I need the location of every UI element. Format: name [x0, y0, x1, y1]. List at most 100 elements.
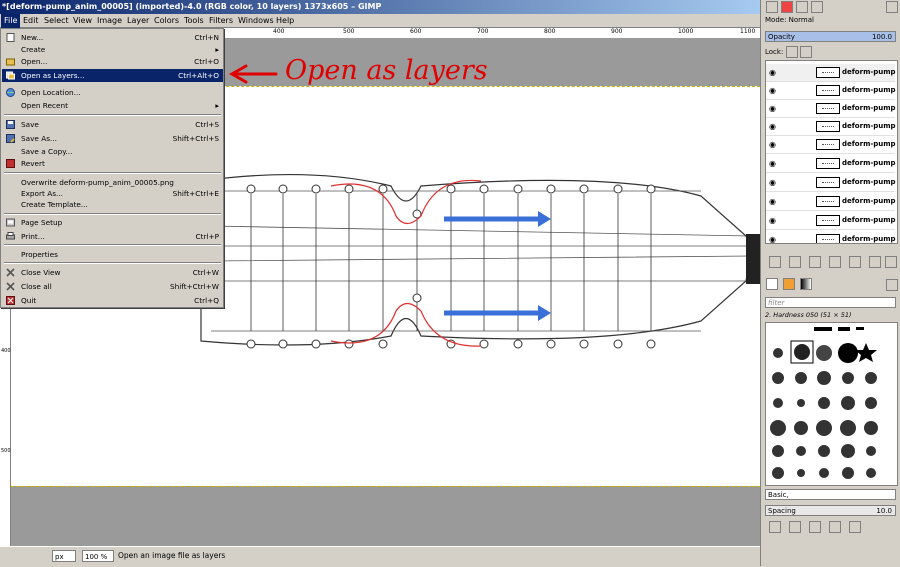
layer-group-icon[interactable] [789, 256, 801, 268]
menu-item-page-setup[interactable]: Page Setup [2, 216, 223, 229]
delete-brush-icon[interactable] [829, 521, 841, 533]
menu-item-open-location[interactable]: Open Location... [2, 86, 223, 99]
layer-thumbnail [816, 103, 840, 114]
duplicate-brush-icon[interactable] [809, 521, 821, 533]
edit-brush-icon[interactable] [769, 521, 781, 533]
visibility-eye-icon[interactable]: ◉ [769, 122, 779, 131]
visibility-eye-icon[interactable]: ◉ [769, 235, 779, 243]
menu-view[interactable]: View [70, 14, 95, 28]
configure-brushes-icon[interactable] [886, 279, 898, 291]
gradients-tab-icon[interactable] [800, 278, 812, 290]
brush-filter-input[interactable]: filter [765, 297, 896, 308]
layer-row[interactable]: ◉ deform-pump [766, 231, 896, 243]
visibility-eye-icon[interactable]: ◉ [769, 197, 779, 206]
menu-separator [4, 172, 221, 174]
window-title-bar: *[deform-pump_anim_00005] (imported)-4.0… [0, 0, 760, 14]
layer-thumbnail [816, 177, 840, 188]
layer-row[interactable]: ◉ deform-pump [766, 118, 896, 136]
refresh-brushes-icon[interactable] [849, 521, 861, 533]
status-message: Open an image file as layers [118, 551, 226, 560]
channels-tab-icon[interactable] [781, 1, 793, 13]
menu-colors[interactable]: Colors [151, 14, 182, 28]
menu-edit[interactable]: Edit [20, 14, 42, 28]
configure-tab-icon[interactable] [886, 1, 898, 13]
menu-item-save[interactable]: Save Ctrl+S [2, 118, 223, 131]
layer-row[interactable]: ◉ deform-pump [766, 174, 896, 192]
paths-tab-icon[interactable] [796, 1, 808, 13]
menu-separator [4, 262, 221, 264]
layer-row[interactable]: ◉ deform-pump [766, 64, 896, 82]
unit-select[interactable]: px [52, 550, 76, 562]
visibility-eye-icon[interactable]: ◉ [769, 216, 779, 225]
new-brush-icon[interactable] [789, 521, 801, 533]
spacing-slider[interactable]: Spacing 10.0 [765, 505, 896, 516]
menu-layer[interactable]: Layer [124, 14, 152, 28]
visibility-eye-icon[interactable]: ◉ [769, 104, 779, 113]
menu-separator [4, 213, 221, 215]
layers-list[interactable]: ◉ deform-pump ◉ deform-pump ◉ deform-pump ◉… [765, 60, 898, 244]
layer-thumbnail [816, 234, 840, 243]
patterns-tab-icon[interactable] [783, 278, 795, 290]
brush-tag-input[interactable]: Basic, [765, 489, 896, 500]
quit-icon [6, 296, 15, 305]
menu-item-properties[interactable]: Properties [2, 248, 223, 261]
delete-layer-icon[interactable] [885, 256, 897, 268]
visibility-eye-icon[interactable]: ◉ [769, 140, 779, 149]
file-menu: New... Ctrl+N Create ▸ Open... Ctrl+O Open … [0, 28, 224, 308]
layers-tab-icon[interactable] [766, 1, 778, 13]
undo-tab-icon[interactable] [811, 1, 823, 13]
brushes-tab-icon[interactable] [766, 278, 778, 290]
menu-windows[interactable]: Windows [235, 14, 277, 28]
ruler-label: 400 [1, 348, 11, 354]
opacity-slider[interactable]: Opacity 100.0 [765, 31, 896, 42]
menu-tools[interactable]: Tools [181, 14, 207, 28]
menu-item-save-as[interactable]: Save As... Shift+Ctrl+S [2, 132, 223, 145]
menu-item-open[interactable]: Open... Ctrl+O [2, 55, 223, 68]
layer-thumbnail [816, 85, 840, 96]
anchor-layer-icon[interactable] [869, 256, 881, 268]
visibility-eye-icon[interactable]: ◉ [769, 68, 779, 77]
ruler-label: 400 [273, 28, 285, 35]
new-layer-icon[interactable] [769, 256, 781, 268]
layer-row[interactable]: ◉ deform-pump [766, 155, 896, 173]
duplicate-layer-icon[interactable] [849, 256, 861, 268]
menu-filters[interactable]: Filters [206, 14, 236, 28]
menu-item-revert[interactable]: Revert [2, 157, 223, 170]
brush-previews [770, 327, 878, 479]
menu-item-create-template[interactable]: Create Template... [2, 198, 223, 211]
lock-pixels-icon[interactable] [786, 46, 798, 58]
close-icon [6, 268, 15, 277]
right-dock: Mode: Normal Opacity 100.0 Lock: ◉ deform-… [760, 0, 900, 566]
layer-row[interactable]: ◉ deform-pump [766, 212, 896, 230]
menu-item-close-view[interactable]: Close View Ctrl+W [2, 266, 223, 279]
mode-label[interactable]: Mode: Normal [765, 16, 814, 24]
layer-row[interactable]: ◉ deform-pump [766, 193, 896, 211]
layer-row[interactable]: ◉ deform-pump [766, 82, 896, 100]
layer-boundary-bottom [11, 486, 760, 487]
menu-select[interactable]: Select [41, 14, 72, 28]
layer-row[interactable]: ◉ deform-pump [766, 100, 896, 118]
menu-item-open-recent[interactable]: Open Recent ▸ [2, 99, 223, 112]
lock-alpha-icon[interactable] [800, 46, 812, 58]
menu-help[interactable]: Help [273, 14, 297, 28]
ruler-label: 500 [1, 448, 11, 454]
visibility-eye-icon[interactable]: ◉ [769, 159, 779, 168]
menu-item-close-all[interactable]: Close all Shift+Ctrl+W [2, 280, 223, 293]
menu-separator [4, 244, 221, 246]
visibility-eye-icon[interactable]: ◉ [769, 178, 779, 187]
brush-grid[interactable] [765, 322, 898, 486]
ruler-label: 900 [611, 28, 623, 35]
layer-row[interactable]: ◉ deform-pump [766, 136, 896, 154]
zoom-select[interactable]: 100 % [82, 550, 114, 562]
visibility-eye-icon[interactable]: ◉ [769, 86, 779, 95]
layer-thumbnail [816, 139, 840, 150]
menu-image[interactable]: Image [94, 14, 125, 28]
raise-layer-icon[interactable] [809, 256, 821, 268]
menu-item-quit[interactable]: Quit Ctrl+Q [2, 294, 223, 307]
lower-layer-icon[interactable] [829, 256, 841, 268]
page-setup-icon [6, 218, 15, 227]
menu-item-print[interactable]: Print... Ctrl+P [2, 230, 223, 243]
brush-name: 2. Hardness 050 (51 × 51) [765, 311, 852, 319]
menu-file[interactable]: File [1, 14, 21, 28]
menu-item-open-as-layers[interactable]: Open as Layers... Ctrl+Alt+O [2, 69, 223, 82]
